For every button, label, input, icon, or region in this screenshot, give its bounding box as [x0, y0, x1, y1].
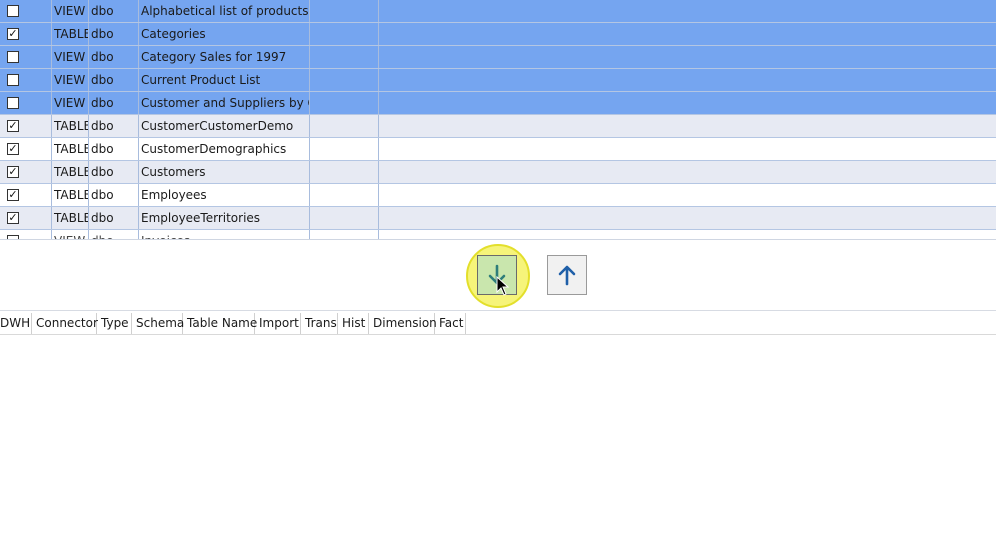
row-checkbox[interactable]: ✓	[7, 166, 19, 178]
empty-cell	[310, 92, 379, 114]
row-checkbox[interactable]: ✓	[7, 120, 19, 132]
row-checkbox[interactable]: ✓	[7, 212, 19, 224]
column-header-import[interactable]: Import	[255, 313, 301, 334]
row-checkbox[interactable]: ✓	[7, 143, 19, 155]
schema-cell: dbo	[89, 23, 139, 45]
column-header-schema[interactable]: Schema	[132, 313, 184, 334]
type-cell: TABLE	[52, 23, 89, 45]
row-checkbox[interactable]	[7, 51, 19, 63]
column-header-dwh[interactable]: DWH	[0, 313, 32, 334]
schema-cell: dbo	[89, 115, 139, 137]
column-header-fact[interactable]: Fact	[435, 313, 466, 334]
table-row[interactable]: ✓ TABLE dbo CustomerDemographics	[0, 138, 996, 161]
column-header-hist[interactable]: Hist	[338, 313, 369, 334]
type-cell: VIEW	[52, 0, 89, 22]
table-row[interactable]: ✓ TABLE dbo Customers	[0, 161, 996, 184]
table-row[interactable]: VIEW dbo Current Product List	[0, 69, 996, 92]
schema-cell: dbo	[89, 161, 139, 183]
name-cell: CustomerCustomerDemo	[139, 115, 310, 137]
table-row[interactable]: VIEW dbo Customer and Suppliers by City	[0, 92, 996, 115]
name-cell: Employees	[139, 184, 310, 206]
column-header-table-name[interactable]: Table Name	[183, 313, 257, 334]
name-cell: Customer and Suppliers by City	[139, 92, 310, 114]
row-checkbox[interactable]: ✓	[7, 189, 19, 201]
type-cell: TABLE	[52, 207, 89, 229]
type-cell: VIEW	[52, 92, 89, 114]
name-cell: Categories	[139, 23, 310, 45]
empty-cell	[310, 207, 379, 229]
empty-cell	[310, 115, 379, 137]
table-row[interactable]: ✓ TABLE dbo Categories	[0, 23, 996, 46]
name-cell: EmployeeTerritories	[139, 207, 310, 229]
row-checkbox[interactable]	[7, 74, 19, 86]
type-cell: VIEW	[52, 46, 89, 68]
arrow-up-icon	[558, 265, 576, 286]
grid-divider	[0, 239, 996, 240]
section-divider	[0, 310, 996, 311]
schema-cell: dbo	[89, 184, 139, 206]
empty-cell	[310, 138, 379, 160]
empty-cell	[310, 184, 379, 206]
mouse-cursor-icon	[496, 276, 510, 296]
type-cell: TABLE	[52, 138, 89, 160]
column-header-trans[interactable]: Trans	[301, 313, 338, 334]
name-cell: Alphabetical list of products	[139, 0, 310, 22]
table-row[interactable]: VIEW dbo Category Sales for 1997	[0, 46, 996, 69]
name-cell: Current Product List	[139, 69, 310, 91]
type-cell: TABLE	[52, 161, 89, 183]
type-cell: TABLE	[52, 115, 89, 137]
name-cell: CustomerDemographics	[139, 138, 310, 160]
schema-cell: dbo	[89, 46, 139, 68]
empty-cell	[310, 69, 379, 91]
move-up-button[interactable]	[547, 255, 587, 295]
type-cell: TABLE	[52, 184, 89, 206]
name-cell: Customers	[139, 161, 310, 183]
row-checkbox[interactable]	[7, 5, 19, 17]
empty-cell	[310, 23, 379, 45]
table-row[interactable]: ✓ TABLE dbo EmployeeTerritories	[0, 207, 996, 230]
table-row[interactable]: ✓ TABLE dbo CustomerCustomerDemo	[0, 115, 996, 138]
column-header-connector[interactable]: Connector	[32, 313, 98, 334]
name-cell: Category Sales for 1997	[139, 46, 310, 68]
schema-cell: dbo	[89, 0, 139, 22]
empty-cell	[310, 0, 379, 22]
target-grid-header: DWH Connector Type Schema Table Name Imp…	[0, 313, 996, 335]
empty-cell	[310, 46, 379, 68]
schema-cell: dbo	[89, 138, 139, 160]
table-row[interactable]: ✓ TABLE dbo Employees	[0, 184, 996, 207]
column-header-type[interactable]: Type	[97, 313, 132, 334]
table-row[interactable]: VIEW dbo Alphabetical list of products	[0, 0, 996, 23]
type-cell: VIEW	[52, 69, 89, 91]
source-tables-grid[interactable]: VIEW dbo Alphabetical list of products ✓…	[0, 0, 996, 240]
empty-cell	[310, 161, 379, 183]
schema-cell: dbo	[89, 69, 139, 91]
row-checkbox[interactable]	[7, 97, 19, 109]
row-checkbox[interactable]: ✓	[7, 28, 19, 40]
schema-cell: dbo	[89, 92, 139, 114]
schema-cell: dbo	[89, 207, 139, 229]
column-header-dimension[interactable]: Dimension	[369, 313, 437, 334]
